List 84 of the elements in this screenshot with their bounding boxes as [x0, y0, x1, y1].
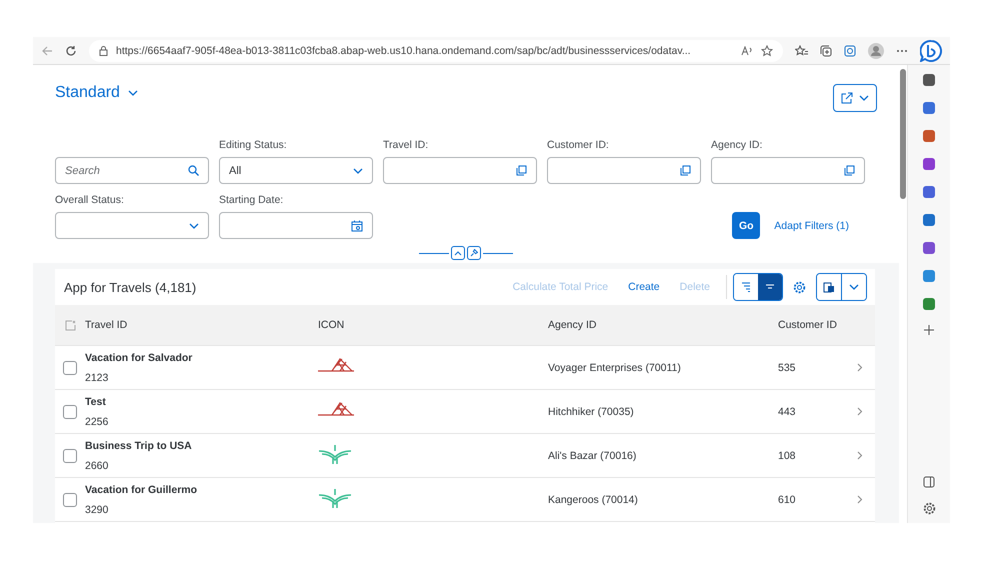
export-menu-button[interactable] [841, 274, 866, 300]
search-field[interactable]: Search [55, 157, 209, 184]
favorites-icon[interactable] [795, 44, 808, 56]
input-field[interactable] [547, 157, 701, 184]
collapse-button[interactable] [451, 246, 465, 260]
pin-button[interactable] [467, 246, 481, 260]
table-cell-text: 108 [778, 450, 797, 462]
go-button[interactable]: Go [732, 212, 760, 239]
input-field[interactable] [711, 157, 865, 184]
refresh-icon[interactable] [65, 44, 77, 56]
calendar-icon [351, 220, 363, 232]
table-cell-text: Ali's Bazar (70016) [548, 450, 638, 462]
chevron-right-icon[interactable] [857, 451, 863, 460]
row-checkbox[interactable] [63, 404, 77, 418]
input-field[interactable] [383, 157, 537, 184]
chevron-down-icon [849, 284, 859, 290]
add-icon[interactable] [924, 325, 934, 335]
column-header: Agency ID [548, 319, 598, 331]
table-cell-text: Hitchhiker (70035) [548, 406, 635, 418]
chevron-down-icon [859, 95, 869, 101]
scrollbar-thumb[interactable] [900, 69, 906, 199]
travel-id: 2123 [85, 372, 110, 384]
lock-icon [99, 46, 108, 56]
filter-label: Starting Date: [219, 194, 284, 206]
travel-name: Business Trip to USA [85, 440, 193, 452]
value-help-icon [516, 165, 527, 176]
table-title: App for Travels (4,181) [64, 280, 198, 294]
table-cell-text: 535 [778, 362, 797, 374]
list-icon [765, 284, 775, 290]
travel-name: Test [85, 396, 107, 408]
toolbar-action[interactable]: Create [618, 281, 670, 293]
favorite-add-icon[interactable] [761, 44, 773, 56]
table-cell-text: 443 [778, 406, 797, 418]
pin-icon [470, 249, 478, 257]
search-icon [188, 165, 199, 176]
spreadsheet-icon [823, 281, 835, 293]
travel-name: Vacation for Salvador [85, 352, 194, 364]
address-bar[interactable]: https://6654aaf7-905f-48ea-b013-3811c03fcba8.abap-web.us10.hana.ondemand.com/sap/bc/adt/businessservices/odatav... [89, 40, 783, 62]
travel-id: 2256 [85, 416, 110, 428]
more-icon[interactable] [896, 48, 908, 52]
read-aloud-icon[interactable] [741, 46, 753, 56]
travel-id: 3290 [85, 504, 110, 516]
avatar-icon[interactable] [868, 42, 884, 58]
list-icon [741, 282, 751, 292]
dropdown-icon [189, 222, 199, 228]
column-header: ICON [318, 319, 346, 331]
date-field[interactable] [219, 212, 373, 239]
select-field[interactable] [55, 212, 209, 239]
bird-icon [318, 487, 352, 509]
sidebar-toggle-icon[interactable] [923, 476, 935, 488]
adapt-filters-link[interactable]: Adapt Filters (1) [774, 212, 849, 239]
collections-icon[interactable] [820, 44, 832, 56]
filter-label: Agency ID: [711, 139, 764, 151]
settings-icon[interactable] [793, 280, 806, 294]
settings-icon[interactable] [922, 502, 936, 515]
variant-selector[interactable]: Standard [55, 84, 138, 102]
filter-label: Travel ID: [383, 139, 430, 151]
share-button[interactable] [833, 84, 877, 112]
chevron-right-icon[interactable] [857, 495, 863, 504]
export-icon [841, 92, 853, 104]
table-cell-text: 610 [778, 494, 797, 506]
dropdown-icon [353, 168, 363, 174]
chevron-right-icon[interactable] [857, 363, 863, 372]
travel-id: 2660 [85, 460, 110, 472]
table-cell-text: Voyager Enterprises (70011) [548, 362, 682, 374]
bird-icon [318, 443, 352, 465]
chevron-up-icon [454, 250, 462, 256]
chat-icon[interactable] [920, 40, 942, 62]
chevron-down-icon [128, 90, 138, 96]
browser-essentials-icon[interactable] [844, 44, 856, 56]
filter-label: Customer ID: [547, 139, 610, 151]
filter-label: Editing Status: [219, 139, 288, 151]
select-field[interactable]: All [219, 157, 373, 184]
column-header: Customer ID [778, 319, 838, 331]
row-checkbox[interactable] [63, 360, 77, 374]
value-help-icon [680, 165, 691, 176]
table-cell-text: Kangeroos (70014) [548, 494, 639, 506]
filter-label: Overall Status: [55, 194, 125, 206]
chevron-right-icon[interactable] [857, 407, 863, 416]
row-checkbox[interactable] [63, 448, 77, 462]
column-header: Travel ID [85, 319, 128, 331]
row-checkbox[interactable] [63, 492, 77, 506]
value-help-icon [844, 165, 855, 176]
travel-name: Vacation for Guillermo [85, 484, 198, 496]
